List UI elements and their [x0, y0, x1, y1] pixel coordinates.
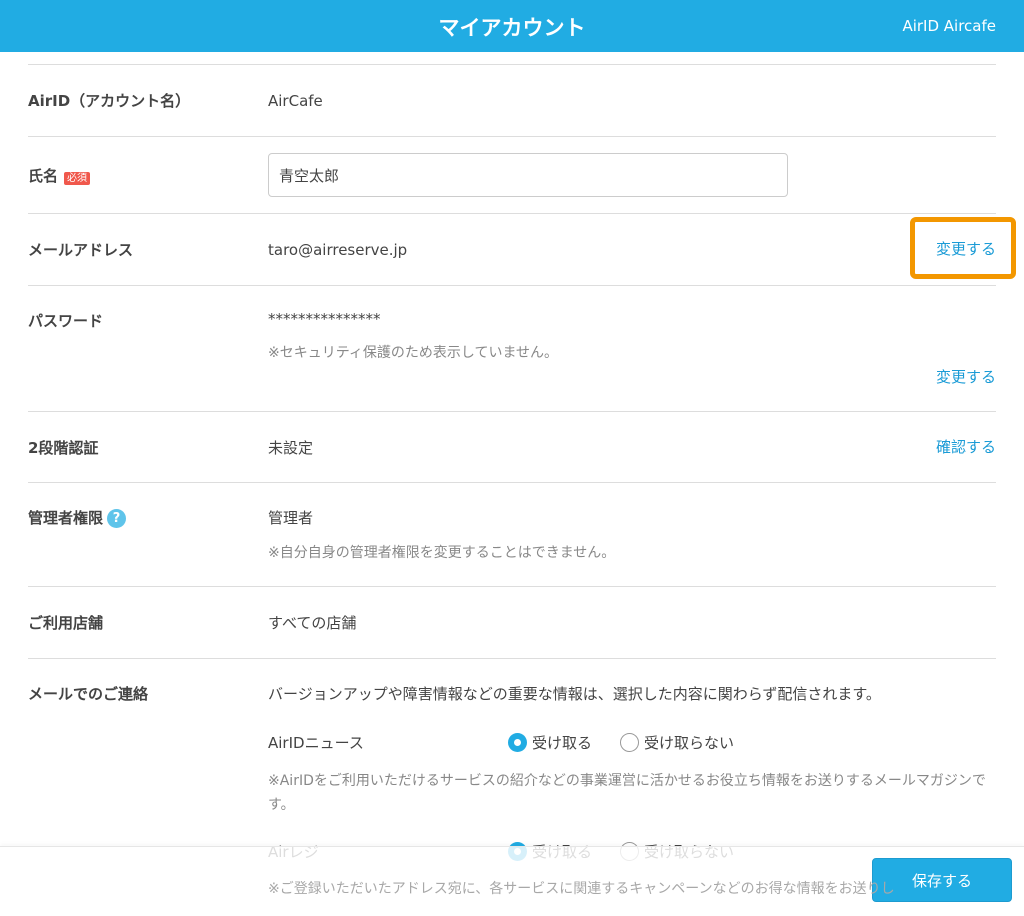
mail-item: AirIDニュース 受け取る 受け取らない ※AirIDをご利用いただけるサービ… — [268, 732, 996, 817]
row-airid: AirID（アカウント名） AirCafe — [28, 64, 996, 136]
radio-checked-icon — [508, 733, 527, 752]
name-label-text: 氏名 — [28, 166, 59, 185]
radio-not-receive[interactable]: 受け取らない — [620, 732, 734, 753]
required-badge: 必須 — [64, 171, 91, 185]
stores-value: すべての店舗 — [268, 614, 357, 632]
help-icon[interactable]: ? — [107, 509, 127, 528]
change-password-link[interactable]: 変更する — [936, 366, 996, 387]
2fa-value: 未設定 — [268, 438, 314, 457]
confirm-2fa-link[interactable]: 確認する — [936, 436, 996, 457]
radio-receive[interactable]: 受け取る — [508, 732, 592, 753]
row-name: 氏名 必須 — [28, 136, 996, 213]
mail-item-note: ※ご登録いただいたアドレス宛に、各サービスに関連するキャンペーンなどのお得な情報… — [268, 881, 895, 897]
row-password: パスワード *************** ※セキュリティ保護のため表示していま… — [28, 285, 996, 411]
mail-intro: バージョンアップや障害情報などの重要な情報は、選択した内容に関わらず配信されます… — [268, 685, 881, 703]
admin-value: 管理者 — [268, 509, 314, 527]
email-value: taro@airreserve.jp — [268, 240, 408, 259]
mail-item-note: ※AirIDをご利用いただけるサービスの紹介などの事業運営に活かせるお役立ち情報… — [268, 773, 986, 813]
password-value: *************** — [268, 310, 381, 328]
name-label: 氏名 必須 — [28, 165, 268, 186]
admin-label-text: 管理者権限 — [28, 509, 104, 527]
mail-item-name: AirIDニュース — [268, 734, 364, 752]
password-label: パスワード — [28, 312, 104, 330]
airid-value: AirCafe — [268, 91, 323, 110]
account-form: AirID（アカウント名） AirCafe 氏名必須 メールアドレス taro@… — [0, 64, 1024, 898]
2fa-label: 2段階認証 — [28, 438, 99, 457]
email-label: メールアドレス — [28, 241, 134, 259]
radio-label: 受け取る — [532, 734, 593, 752]
radio-label: 受け取らない — [644, 734, 735, 752]
row-2fa: 2段階認証 未設定 確認する — [28, 411, 996, 482]
header: マイアカウント AirID Aircafe — [0, 0, 1024, 52]
admin-note: ※自分自身の管理者権限を変更することはできません。 — [268, 545, 616, 561]
stores-label: ご利用店舗 — [28, 614, 104, 632]
radio-unchecked-icon — [620, 733, 640, 752]
row-email: メールアドレス taro@airreserve.jp 変更する — [28, 213, 1016, 285]
page-title: マイアカウント — [438, 16, 586, 40]
account-name[interactable]: AirID Aircafe — [902, 17, 996, 35]
admin-label: 管理者権限? — [28, 507, 268, 586]
row-stores: ご利用店舗 すべての店舗 — [28, 586, 996, 658]
airid-label: AirID（アカウント名） — [28, 92, 191, 110]
password-note: ※セキュリティ保護のため表示していません。 — [268, 345, 559, 361]
name-input[interactable] — [268, 153, 788, 197]
row-admin: 管理者権限? 管理者 ※自分自身の管理者権限を変更することはできません。 — [28, 482, 996, 586]
change-email-link[interactable]: 変更する — [936, 238, 996, 259]
